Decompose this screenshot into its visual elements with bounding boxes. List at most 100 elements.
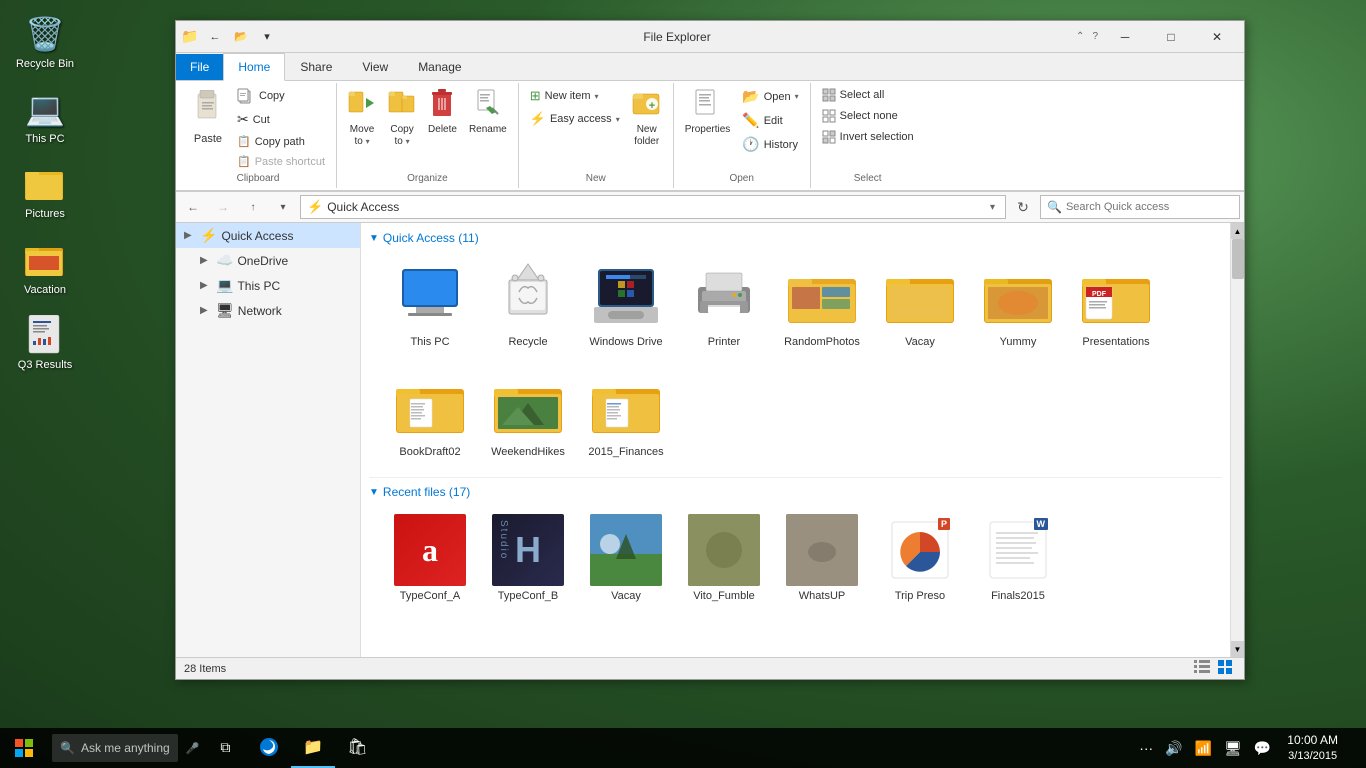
file-icon-presentations[interactable]: PDF Presentations	[1071, 253, 1161, 355]
open-button[interactable]: 📂 Open ▾	[737, 85, 803, 108]
tab-home[interactable]: Home	[223, 53, 285, 81]
vacay-img-label: Vacay	[611, 590, 641, 602]
forward-button[interactable]: →	[210, 195, 236, 219]
invert-selection-button[interactable]: Invert selection	[817, 127, 919, 147]
file-icon-vacay[interactable]: Vacay	[875, 253, 965, 355]
desktop: 🗑️ Recycle Bin 💻 This PC Pictures	[0, 0, 1366, 768]
tray-volume-icon[interactable]: 🔊	[1161, 740, 1186, 757]
search-input[interactable]	[1066, 201, 1233, 213]
history-button[interactable]: 🕐 History	[737, 133, 803, 156]
delete-button[interactable]: Delete	[423, 85, 462, 139]
qat-dropdown-btn[interactable]: ▾	[256, 26, 278, 48]
file-icon-finances[interactable]: 2015_Finances	[581, 363, 671, 465]
select-all-button[interactable]: Select all	[817, 85, 919, 105]
file-icon-random-photos[interactable]: RandomPhotos	[777, 253, 867, 355]
desktop-icon-recycle-bin[interactable]: 🗑️ Recycle Bin	[10, 10, 80, 75]
invert-selection-label: Invert selection	[840, 131, 914, 143]
scroll-up-button[interactable]: ▲	[1231, 223, 1245, 239]
start-button[interactable]	[0, 728, 48, 768]
file-icon-weekendhikes[interactable]: WeekendHikes	[483, 363, 573, 465]
cortana-mic-icon[interactable]: 🎤	[182, 742, 204, 755]
taskbar-app-edge[interactable]	[247, 728, 291, 768]
recent-files-header[interactable]: ▼ Recent files (17)	[369, 485, 1222, 499]
address-bar[interactable]: ⚡ Quick Access ▾	[300, 195, 1006, 219]
taskbar-clock[interactable]: 10:00 AM 3/13/2015	[1279, 732, 1346, 764]
file-icon-typeconf-a[interactable]: a TypeConf_A	[385, 507, 475, 609]
taskbar-app-store[interactable]: 🛍	[335, 728, 379, 768]
new-item-button[interactable]: ⊞ New item ▾	[525, 85, 625, 107]
file-icon-finals2015[interactable]: W Finals2015	[973, 507, 1063, 609]
move-to-button[interactable]: Moveto ▾	[343, 85, 381, 151]
qat-folder-btn[interactable]: 📂	[230, 26, 252, 48]
details-view-button[interactable]	[1192, 660, 1212, 677]
scroll-thumb[interactable]	[1232, 239, 1244, 279]
easy-access-label: Easy access	[550, 113, 612, 125]
taskbar-search[interactable]: 🔍 Ask me anything	[52, 734, 178, 762]
tab-share[interactable]: Share	[285, 53, 347, 80]
rename-button[interactable]: Rename	[464, 85, 512, 139]
edit-button[interactable]: ✏️ Edit	[737, 109, 803, 132]
file-icon-trip-preso[interactable]: P Trip Preso	[875, 507, 965, 609]
back-button[interactable]: ←	[180, 195, 206, 219]
file-icon-vito[interactable]: Vito_Fumble	[679, 507, 769, 609]
scroll-down-button[interactable]: ▼	[1231, 641, 1245, 657]
large-icons-view-button[interactable]	[1216, 660, 1236, 677]
quick-access-header[interactable]: ▼ Quick Access (11)	[369, 231, 1222, 245]
tray-notification-icon[interactable]: 💬	[1250, 740, 1275, 757]
file-icon-printer[interactable]: Printer	[679, 253, 769, 355]
file-icon-vacay-img[interactable]: Vacay	[581, 507, 671, 609]
up-button[interactable]: ↑	[240, 195, 266, 219]
file-icon-this-pc[interactable]: This PC	[385, 253, 475, 355]
svg-text:+: +	[648, 100, 654, 112]
paste-button[interactable]: Paste	[186, 85, 230, 150]
main-area: ▶ ⚡ Quick Access ▶ ☁️ OneDrive ▶ 💻 This …	[176, 223, 1244, 657]
title-bar-right-icons: ⌃ ?	[1072, 31, 1102, 42]
file-icon-yummy[interactable]: Yummy	[973, 253, 1063, 355]
file-icon-recycle[interactable]: Recycle	[483, 253, 573, 355]
search-box[interactable]: 🔍	[1040, 195, 1240, 219]
taskbar-app-file-explorer[interactable]: 📁	[291, 728, 335, 768]
sidebar-item-quick-access[interactable]: ▶ ⚡ Quick Access	[176, 223, 360, 248]
taskbar-app-task-view[interactable]: ⧉	[203, 728, 247, 768]
qat-back-btn[interactable]: ←	[204, 26, 226, 48]
cut-label: Cut	[253, 114, 270, 126]
new-item-label: New item	[545, 90, 591, 102]
copy-path-button[interactable]: 📋 Copy path	[232, 132, 330, 151]
file-icon-whatsup[interactable]: WhatsUP	[777, 507, 867, 609]
maximize-button[interactable]: □	[1148, 21, 1194, 53]
copy-button[interactable]: Copy	[232, 85, 330, 107]
taskbar-show-desktop[interactable]	[1350, 728, 1358, 768]
new-folder-button[interactable]: + Newfolder	[627, 85, 667, 151]
tray-network-icon[interactable]: 🖥	[1220, 740, 1246, 757]
select-none-button[interactable]: Select none	[817, 106, 919, 126]
tray-wifi-icon[interactable]: 📶	[1191, 740, 1216, 757]
paste-shortcut-button[interactable]: 📋 Paste shortcut	[232, 152, 330, 171]
sidebar-item-network[interactable]: ▶ 🖥 Network	[176, 298, 360, 323]
minimize-button[interactable]: ─	[1102, 21, 1148, 53]
address-dropdown-icon[interactable]: ▾	[986, 202, 999, 213]
tab-file[interactable]: File	[176, 54, 223, 80]
easy-access-button[interactable]: ⚡ Easy access ▾	[525, 108, 625, 130]
quick-access-collapse-icon: ▼	[369, 233, 379, 244]
ribbon-expand-icon[interactable]: ⌃	[1072, 31, 1088, 42]
desktop-icon-pictures[interactable]: Pictures	[10, 160, 80, 225]
refresh-button[interactable]: ↻	[1010, 195, 1036, 219]
tray-more-icon[interactable]: ···	[1135, 740, 1157, 756]
help-icon[interactable]: ?	[1088, 31, 1102, 42]
recent-locations-button[interactable]: ▾	[270, 195, 296, 219]
copy-to-button[interactable]: Copyto ▾	[383, 85, 421, 151]
sidebar-item-this-pc[interactable]: ▶ 💻 This PC	[176, 273, 360, 298]
file-icon-bookdraft[interactable]: BookDraft02	[385, 363, 475, 465]
desktop-icon-q3-results[interactable]: Q3 Results	[10, 311, 80, 376]
desktop-icon-this-pc[interactable]: 💻 This PC	[10, 85, 80, 150]
scrollbar[interactable]: ▲ ▼	[1230, 223, 1244, 657]
tab-view[interactable]: View	[347, 53, 403, 80]
desktop-icon-vacation[interactable]: Vacation	[10, 236, 80, 301]
sidebar-item-onedrive[interactable]: ▶ ☁️ OneDrive	[176, 248, 360, 273]
file-icon-typeconf-b[interactable]: Studio H TypeConf_B	[483, 507, 573, 609]
tab-manage[interactable]: Manage	[403, 53, 476, 80]
file-icon-windows-drive[interactable]: Windows Drive	[581, 253, 671, 355]
close-button[interactable]: ✕	[1194, 21, 1240, 53]
properties-button[interactable]: Properties	[680, 85, 736, 139]
cut-button[interactable]: ✂ Cut	[232, 108, 330, 131]
